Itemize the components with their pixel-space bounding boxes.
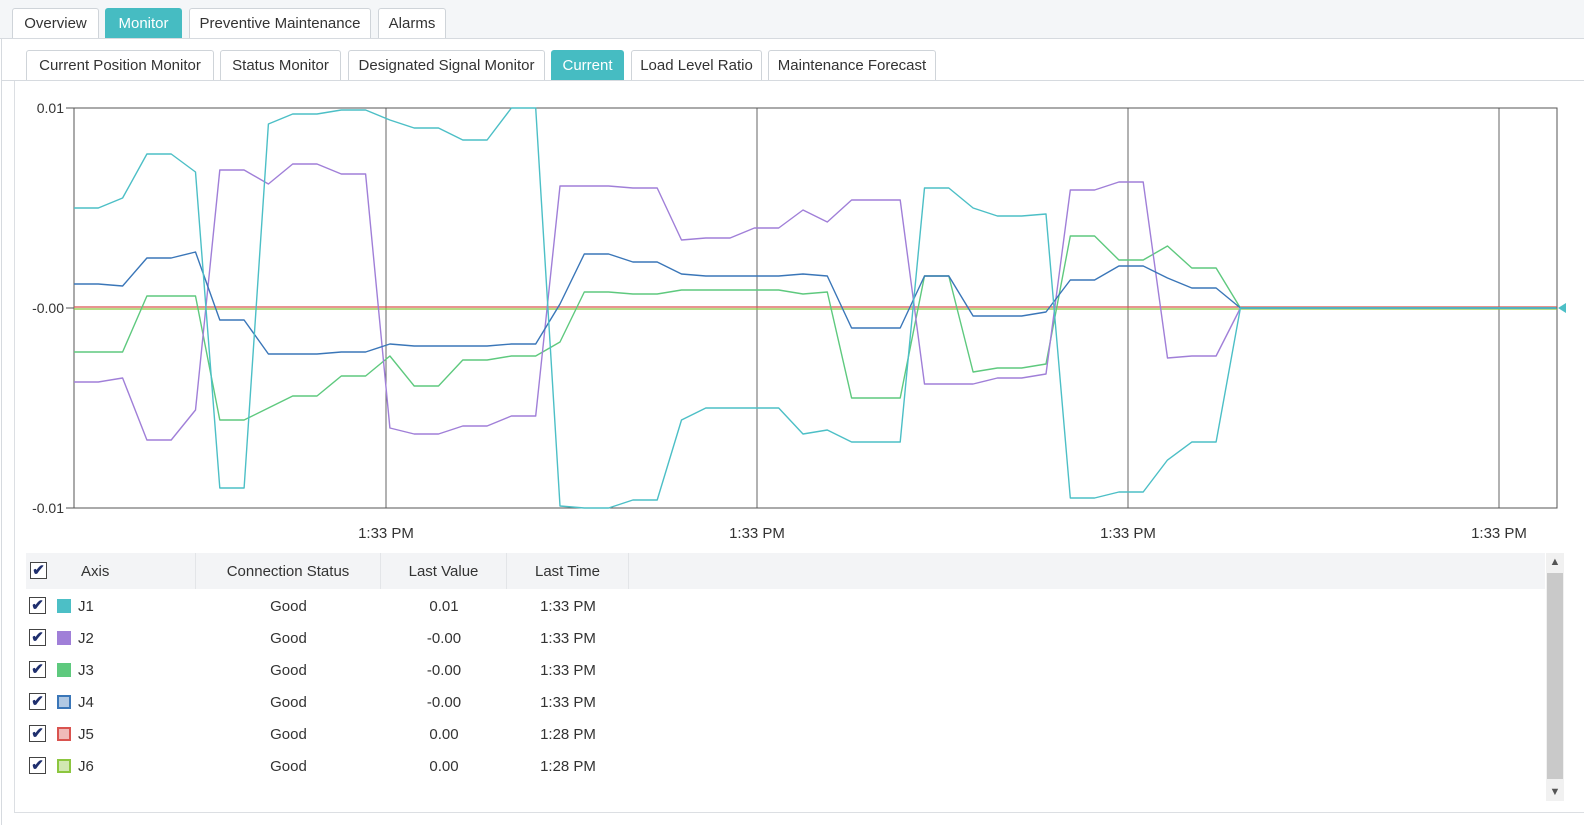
scroll-thumb[interactable] [1547, 573, 1563, 779]
row-checkbox[interactable]: ✔ [29, 725, 46, 742]
column-header-axis[interactable]: Axis [70, 553, 196, 589]
last-value: -0.00 [426, 629, 462, 647]
x-tick-label: 1:33 PM [1471, 525, 1527, 542]
scroll-down-arrow-icon[interactable]: ▼ [1546, 783, 1564, 801]
connection-status: Good [270, 597, 307, 615]
last-time: 1:33 PM [540, 629, 596, 647]
row-checkbox[interactable]: ✔ [29, 757, 46, 774]
chart-axes: 0.01 -0.00 -0.01 1:33 PM 1:33 PM 1:33 PM… [32, 100, 1527, 542]
column-header-last-value[interactable]: Last Value [381, 553, 507, 589]
current-chart: 0.01 -0.00 -0.01 1:33 PM 1:33 PM 1:33 PM… [32, 100, 1566, 542]
row-checkbox[interactable]: ✔ [29, 693, 46, 710]
last-time: 1:33 PM [540, 693, 596, 711]
axis-table-header: ✔ Axis Connection Status Last Value Last… [26, 553, 1545, 589]
axis-name: J3 [78, 661, 94, 679]
table-row[interactable]: ✔ J5 Good 0.00 1:28 PM [26, 718, 1545, 750]
series-color-swatch [57, 759, 71, 773]
select-all-cell: ✔ [26, 553, 56, 589]
table-row[interactable]: ✔ J3 Good -0.00 1:33 PM [26, 654, 1545, 686]
connection-status: Good [270, 725, 307, 743]
row-checkbox[interactable]: ✔ [29, 597, 46, 614]
table-scrollbar[interactable]: ▲ ▼ [1546, 553, 1564, 801]
series-color-swatch [57, 631, 71, 645]
last-time: 1:28 PM [540, 757, 596, 775]
last-value: 0.01 [429, 597, 459, 615]
last-time: 1:28 PM [540, 725, 596, 743]
x-tick-label: 1:33 PM [729, 525, 785, 542]
x-tick-label: 1:33 PM [1100, 525, 1156, 542]
last-value: 0.00 [429, 757, 459, 775]
series-line-j1 [74, 107, 1557, 509]
axis-name: J4 [78, 693, 94, 711]
last-value: -0.00 [426, 693, 462, 711]
select-all-checkbox[interactable]: ✔ [30, 562, 47, 579]
row-checkbox[interactable]: ✔ [29, 629, 46, 646]
last-time: 1:33 PM [540, 661, 596, 679]
series-color-swatch [57, 695, 71, 709]
series-line-j4 [74, 251, 1557, 355]
column-header-connection-status[interactable]: Connection Status [196, 553, 381, 589]
x-tick-label: 1:33 PM [358, 525, 414, 542]
axis-name: J5 [78, 725, 94, 743]
axis-name: J2 [78, 629, 94, 647]
table-row[interactable]: ✔ J1 Good 0.01 1:33 PM [26, 590, 1545, 622]
connection-status: Good [270, 757, 307, 775]
axis-name: J1 [78, 597, 94, 615]
axis-name: J6 [78, 757, 94, 775]
y-tick-label: -0.01 [32, 500, 64, 516]
series-line-j2 [74, 163, 1557, 441]
last-value: 0.00 [429, 725, 459, 743]
chart-series [74, 107, 1557, 509]
row-checkbox[interactable]: ✔ [29, 661, 46, 678]
last-value: -0.00 [426, 661, 462, 679]
column-header-last-time[interactable]: Last Time [507, 553, 629, 589]
connection-status: Good [270, 661, 307, 679]
connection-status: Good [270, 693, 307, 711]
current-value-marker-icon [1558, 303, 1566, 313]
series-color-swatch [57, 727, 71, 741]
series-color-swatch [57, 599, 71, 613]
series-color-swatch [57, 663, 71, 677]
y-tick-label: 0.01 [37, 100, 64, 116]
series-line-j3 [74, 235, 1557, 421]
connection-status: Good [270, 629, 307, 647]
y-tick-label: -0.00 [32, 300, 64, 316]
last-time: 1:33 PM [540, 597, 596, 615]
table-row[interactable]: ✔ J4 Good -0.00 1:33 PM [26, 686, 1545, 718]
table-row[interactable]: ✔ J6 Good 0.00 1:28 PM [26, 750, 1545, 782]
scroll-up-arrow-icon[interactable]: ▲ [1546, 553, 1564, 571]
table-row[interactable]: ✔ J2 Good -0.00 1:33 PM [26, 622, 1545, 654]
